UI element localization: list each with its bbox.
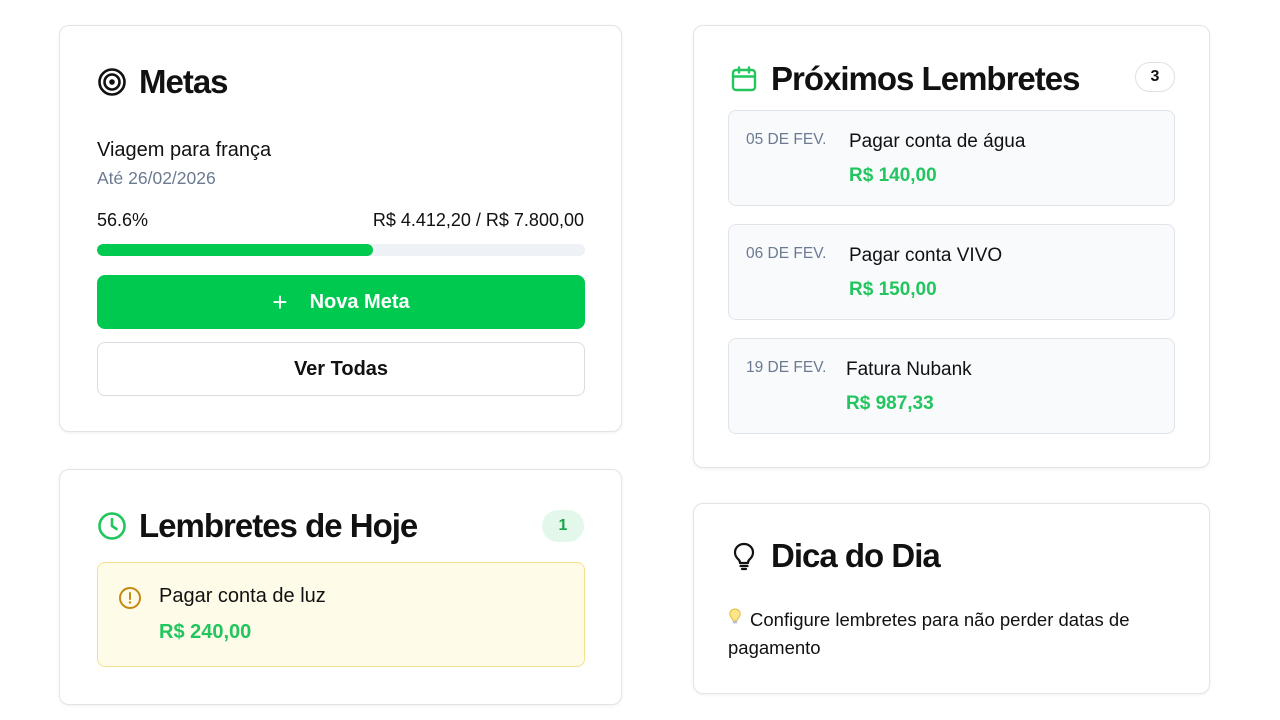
- today-reminder-amount: R$ 240,00: [159, 621, 252, 643]
- tip-text-content: Configure lembretes para não perder data…: [728, 609, 1130, 658]
- tip-title-text: Dica do Dia: [771, 537, 941, 574]
- reminder-title: Pagar conta de água: [849, 131, 1026, 152]
- tip-text: Configure lembretes para não perder data…: [728, 606, 1178, 662]
- lightbulb-emoji-icon: [728, 606, 742, 634]
- today-reminders-title-text: Lembretes de Hoje: [139, 507, 418, 544]
- upcoming-reminders-title: Próximos Lembretes: [729, 60, 1080, 98]
- reminder-amount: R$ 150,00: [849, 279, 937, 300]
- today-reminders-card: Lembretes de Hoje 1 Pagar conta de luz R…: [59, 469, 622, 705]
- clock-icon: [97, 511, 127, 541]
- goal-percent: 56.6%: [97, 210, 149, 230]
- tip-title: Dica do Dia: [729, 537, 941, 575]
- reminder-date: 19 DE FEV.: [746, 359, 827, 376]
- new-goal-button-label: Nova Meta: [309, 290, 410, 313]
- goals-card: Metas Viagem para frança Até 26/02/2026 …: [59, 25, 622, 432]
- tip-of-the-day-card: Dica do Dia Configure lembretes para não…: [693, 503, 1210, 694]
- reminder-title: Pagar conta VIVO: [849, 245, 1003, 266]
- goal-progress-fill: [97, 244, 374, 256]
- reminder-date: 06 DE FEV.: [746, 245, 827, 262]
- lightbulb-icon: [729, 541, 759, 571]
- target-icon: [97, 67, 127, 97]
- upcoming-reminder-item[interactable]: 06 DE FEV. Pagar conta VIVO R$ 150,00: [728, 224, 1175, 320]
- goal-name: Viagem para frança: [97, 139, 272, 161]
- new-goal-button[interactable]: + Nova Meta: [97, 275, 585, 329]
- calendar-icon: [729, 64, 759, 94]
- alert-circle-icon: [118, 586, 142, 615]
- today-reminders-title: Lembretes de Hoje: [97, 507, 418, 545]
- reminder-amount: R$ 987,33: [846, 393, 934, 414]
- reminder-date: 05 DE FEV.: [746, 131, 827, 148]
- plus-icon: +: [272, 287, 288, 317]
- goal-amounts: R$ 4.412,20 / R$ 7.800,00: [372, 210, 584, 230]
- today-reminder-item[interactable]: Pagar conta de luz R$ 240,00: [97, 562, 585, 667]
- reminder-title: Fatura Nubank: [846, 359, 972, 380]
- upcoming-reminders-count-badge: 3: [1135, 62, 1175, 92]
- reminder-amount: R$ 140,00: [849, 165, 937, 186]
- today-reminders-count-badge: 1: [542, 510, 584, 542]
- goal-progress-bar: [97, 244, 585, 256]
- goals-title-text: Metas: [139, 63, 229, 100]
- upcoming-reminder-item[interactable]: 19 DE FEV. Fatura Nubank R$ 987,33: [728, 338, 1175, 434]
- upcoming-reminder-item[interactable]: 05 DE FEV. Pagar conta de água R$ 140,00: [728, 110, 1175, 206]
- view-all-goals-button[interactable]: Ver Todas: [97, 342, 585, 396]
- goals-card-title: Metas: [97, 63, 229, 101]
- upcoming-reminders-card: Próximos Lembretes 3 05 DE FEV. Pagar co…: [693, 25, 1210, 468]
- upcoming-reminders-title-text: Próximos Lembretes: [771, 60, 1080, 97]
- goal-deadline: Até 26/02/2026: [97, 168, 216, 188]
- today-reminder-title: Pagar conta de luz: [159, 585, 326, 607]
